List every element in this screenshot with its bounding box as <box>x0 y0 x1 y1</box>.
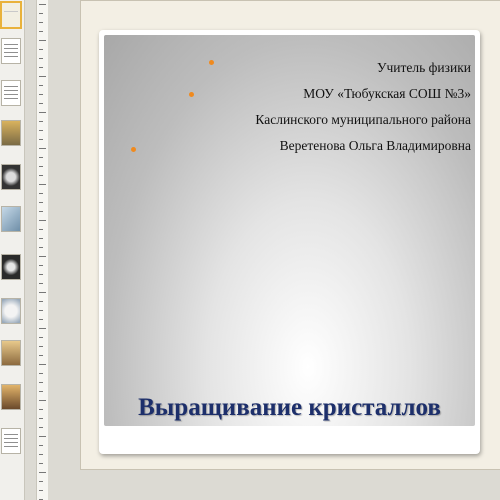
slide-thumbnail[interactable] <box>1 38 21 64</box>
ruler-tick <box>39 157 43 158</box>
ruler-tick <box>39 76 46 77</box>
ruler-tick <box>39 436 46 437</box>
slide-thumbnail[interactable] <box>1 298 21 324</box>
ruler-tick <box>39 490 43 491</box>
ruler-tick <box>39 310 43 311</box>
ruler-tick <box>39 238 43 239</box>
ruler-tick <box>39 94 43 95</box>
ruler-tick <box>39 364 46 365</box>
slide-thumbnail[interactable] <box>1 120 21 146</box>
ruler-tick <box>39 427 43 428</box>
ruler-tick <box>39 58 43 59</box>
ruler-tick <box>39 112 46 113</box>
ruler-tick <box>39 85 43 86</box>
ruler-tick <box>39 22 43 23</box>
slide-thumbnail[interactable] <box>1 206 21 232</box>
ruler-tick <box>39 292 46 293</box>
ruler-tick <box>39 49 43 50</box>
slide-content-panel[interactable]: Учитель физики МОУ «Тюбукская СОШ №3» Ка… <box>99 30 480 454</box>
ruler-tick <box>39 175 43 176</box>
ruler-tick <box>39 130 43 131</box>
dot-bullet-icon <box>189 92 194 97</box>
slide-thumbnail[interactable] <box>1 80 21 106</box>
ruler-tick <box>39 418 43 419</box>
ruler-tick <box>39 355 43 356</box>
ruler-tick <box>39 256 46 257</box>
slide-thumbnail[interactable] <box>1 384 21 410</box>
ruler-tick <box>39 409 43 410</box>
slide-background: Учитель физики МОУ «Тюбукская СОШ №3» Ка… <box>104 35 475 426</box>
ruler-tick <box>39 67 43 68</box>
ruler-tick <box>39 481 43 482</box>
ruler-tick <box>39 454 43 455</box>
ruler-tick <box>39 229 43 230</box>
author-line: Учитель физики <box>376 60 471 75</box>
ruler-tick <box>39 445 43 446</box>
ruler-tick <box>39 247 43 248</box>
slide-thumbnail[interactable] <box>1 164 21 190</box>
ruler-tick <box>39 373 43 374</box>
ruler-tick <box>39 4 46 5</box>
ruler-tick <box>39 148 46 149</box>
ruler-tick <box>39 346 43 347</box>
slide-thumbnail-panel[interactable] <box>0 0 25 500</box>
ruler-tick <box>39 184 46 185</box>
slide-canvas[interactable]: Учитель физики МОУ «Тюбукская СОШ №3» Ка… <box>81 1 500 469</box>
ruler-tick <box>39 337 43 338</box>
slide-thumbnail[interactable] <box>1 340 21 366</box>
ruler-tick <box>39 220 46 221</box>
slide-thumbnail[interactable] <box>0 1 22 29</box>
ruler-tick <box>39 400 46 401</box>
ruler-tick <box>39 13 43 14</box>
ruler-tick <box>39 472 46 473</box>
ruler-tick <box>39 283 43 284</box>
dot-bullet-icon <box>131 147 136 152</box>
slide-editing-area[interactable]: Учитель физики МОУ «Тюбукская СОШ №3» Ка… <box>48 0 500 500</box>
author-line: Каслинского муниципального района <box>255 112 471 127</box>
author-line: МОУ «Тюбукская СОШ №3» <box>303 86 471 101</box>
ruler-tick <box>39 463 43 464</box>
ruler-tick <box>39 121 43 122</box>
ruler-tick <box>39 166 43 167</box>
ruler-tick <box>39 193 43 194</box>
author-line: Веретенова Ольга Владимировна <box>279 138 471 153</box>
ruler-tick <box>39 382 43 383</box>
ruler-tick <box>39 391 43 392</box>
ruler-tick <box>39 265 43 266</box>
ruler-tick <box>39 274 43 275</box>
author-text-box[interactable]: Учитель физики МОУ «Тюбукская СОШ №3» Ка… <box>255 55 471 159</box>
ruler-tick <box>39 319 43 320</box>
ruler-tick <box>39 301 43 302</box>
ruler-tick <box>39 103 43 104</box>
ruler-tick <box>39 40 46 41</box>
slide-title[interactable]: Выращивание кристаллов <box>104 394 475 422</box>
ruler-tick <box>39 328 46 329</box>
slide-thumbnail[interactable] <box>1 254 21 280</box>
ruler-tick <box>39 31 43 32</box>
ruler-tick <box>39 202 43 203</box>
dot-bullet-icon <box>209 60 214 65</box>
ruler-tick <box>39 139 43 140</box>
ruler-tick <box>39 211 43 212</box>
slide-thumbnail[interactable] <box>1 428 21 454</box>
